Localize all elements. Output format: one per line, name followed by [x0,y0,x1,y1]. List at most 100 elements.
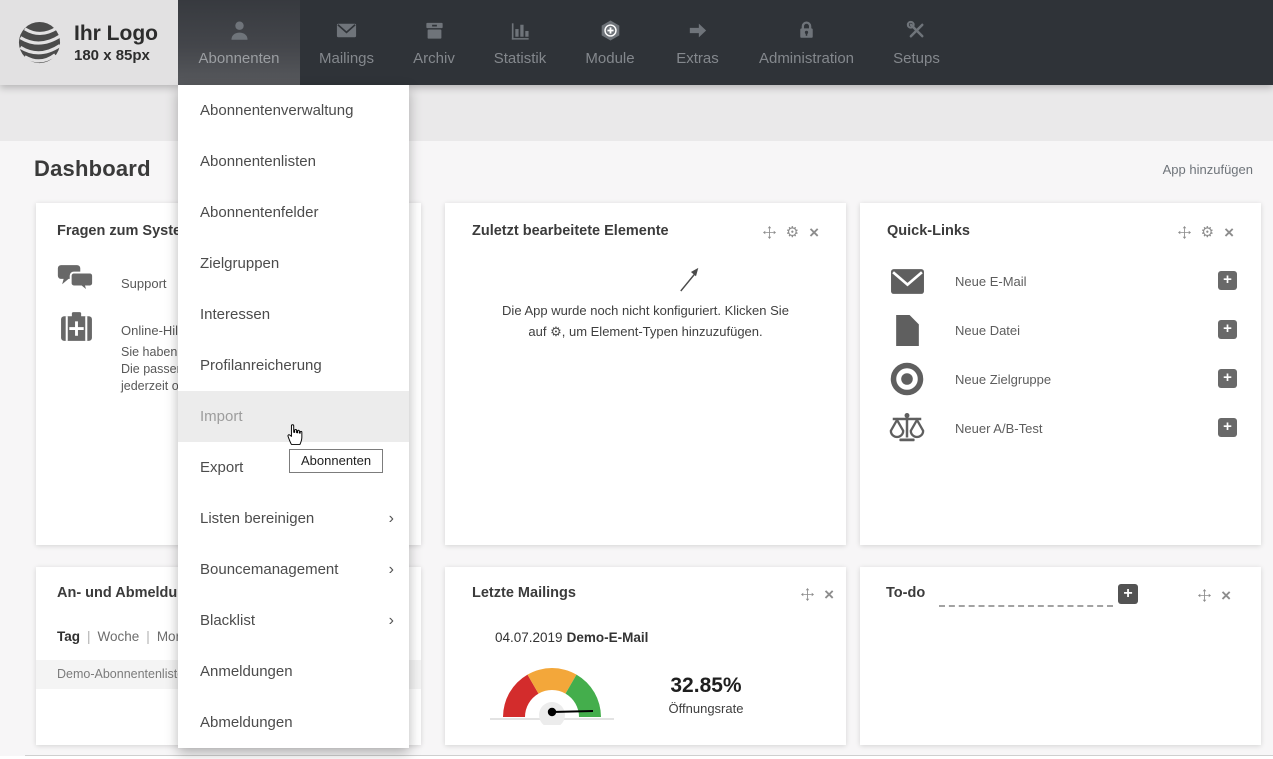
nav-item-extras[interactable]: Extras [655,0,740,85]
nav-item-module[interactable]: Module [565,0,655,85]
quicklink-label[interactable]: Neue Zielgruppe [955,372,1051,387]
quicklink-row-neue-zielgruppe: Neue Zielgruppe + [860,360,1261,398]
menu-item-abonnentenlisten[interactable]: Abonnentenlisten [178,136,409,187]
quicklink-label[interactable]: Neue E-Mail [955,274,1027,289]
nav-item-archiv[interactable]: Archiv [393,0,475,85]
globe-logo-icon [16,19,63,66]
nav-label: Archiv [413,50,455,67]
hand-cursor [284,421,305,451]
close-icon[interactable]: × [824,588,834,601]
not-configured-message: Die App wurde noch nicht konfiguriert. K… [445,300,846,342]
menu-item-label: Blacklist [200,612,255,629]
nav-label: Module [585,50,634,67]
person-icon [227,19,252,42]
menu-item-zielgruppen[interactable]: Zielgruppen [178,238,409,289]
add-ab-test-button[interactable]: + [1218,418,1237,437]
gear-icon[interactable]: ⚙ [786,226,799,239]
nav-label: Statistik [494,50,547,67]
menu-item-blacklist[interactable]: Blacklist › [178,595,409,646]
top-navigation-bar: Ihr Logo 180 x 85px Abonnenten Mailings … [0,0,1273,85]
menu-item-listen-bereinigen[interactable]: Listen bereinigen› [178,493,409,544]
message-line-2-before: auf [528,324,546,339]
logo-block[interactable]: Ihr Logo 180 x 85px [0,0,178,85]
lock-icon [794,19,819,42]
logo-title: Ihr Logo [74,21,158,47]
opening-rate-value: 32.85% [636,674,776,698]
menu-item-label: Abonnentenfelder [200,204,318,221]
nav-label: Setups [893,50,940,67]
list-item-label: Demo-Abonnentenliste [57,667,184,681]
widget-zuletzt-bearbeitete-elemente: Zuletzt bearbeitete Elemente ⚙ × Die App… [445,203,846,545]
menu-item-label: Import [200,408,243,425]
widget-quick-links: Quick-Links ⚙ × Neue E-Mail + Neue Datei… [860,203,1261,545]
chevron-right-icon: › [389,562,394,578]
menu-item-interessen[interactable]: Interessen [178,289,409,340]
quicklink-row-neuer-ab-test: Neuer A/B-Test + [860,409,1261,447]
add-app-link[interactable]: App hinzufügen [1163,162,1253,177]
tab-separator: | [87,629,91,644]
module-hexagon-plus-icon [598,19,623,42]
move-widget-icon[interactable] [763,226,776,239]
quicklink-label[interactable]: Neue Datei [955,323,1020,338]
target-icon [889,361,925,397]
tab-tag[interactable]: Tag [57,629,80,644]
widget-title: Quick-Links [887,223,970,239]
menu-item-abonnentenfelder[interactable]: Abonnentenfelder [178,187,409,238]
logo-subtitle: 180 x 85px [74,47,158,64]
close-icon[interactable]: × [809,226,819,239]
opening-rate-label: Öffnungsrate [636,701,776,716]
bar-chart-icon [508,19,533,42]
add-zielgruppe-button[interactable]: + [1218,369,1237,388]
nav-label: Abonnenten [199,50,280,67]
quicklink-row-neue-email: Neue E-Mail + [860,262,1261,300]
gear-icon[interactable]: ⚙ [1201,226,1214,239]
mailing-name: Demo-E-Mail [567,630,649,645]
add-email-button[interactable]: + [1218,271,1237,290]
move-widget-icon[interactable] [1178,226,1191,239]
add-todo-button[interactable]: + [1118,584,1138,604]
page-title: Dashboard [34,156,151,182]
archive-icon [422,19,447,42]
menu-item-abmeldungen[interactable]: Abmeldungen [178,697,409,748]
nav-item-statistik[interactable]: Statistik [475,0,565,85]
scales-icon [888,411,926,445]
message-line-1: Die App wurde noch nicht konfiguriert. K… [502,303,789,318]
chevron-right-icon: › [389,613,394,629]
menu-item-label: Abmeldungen [200,714,293,731]
nav-item-setups[interactable]: Setups [873,0,960,85]
close-icon[interactable]: × [1224,226,1234,239]
nav-item-abonnenten[interactable]: Abonnenten [178,0,300,85]
envelope-icon [334,19,359,42]
tools-icon [904,19,929,42]
arrow-right-icon [685,19,710,42]
move-widget-icon[interactable] [801,588,814,601]
tab-woche[interactable]: Woche [98,629,140,644]
todo-input[interactable] [939,587,1113,607]
help-text-line: jederzeit o [121,379,179,393]
add-file-button[interactable]: + [1218,320,1237,339]
menu-item-label: Interessen [200,306,270,323]
nav-item-mailings[interactable]: Mailings [300,0,393,85]
mailing-date: 04.07.2019 [495,630,563,645]
menu-item-anmeldungen[interactable]: Anmeldungen [178,646,409,697]
nav-item-administration[interactable]: Administration [740,0,873,85]
chevron-right-icon: › [389,511,394,527]
close-icon[interactable]: × [1221,589,1231,602]
menu-item-profilanreicherung[interactable]: Profilanreicherung [178,340,409,391]
move-widget-icon[interactable] [1198,589,1211,602]
menu-item-abonnentenverwaltung[interactable]: Abonnentenverwaltung [178,85,409,136]
mailing-date-line[interactable]: 04.07.2019 Demo-E-Mail [495,630,648,645]
widget-title: Zuletzt bearbeitete Elemente [472,223,669,239]
widget-todo: To-do + × [860,567,1261,745]
menu-item-bouncemanagement[interactable]: Bouncemanagement › [178,544,409,595]
menu-item-label: Zielgruppen [200,255,279,272]
menu-item-label: Anmeldungen [200,663,293,680]
menu-item-label: Bouncemanagement [200,561,338,578]
support-label[interactable]: Support [121,276,167,291]
pointer-arrow-annotation [678,263,702,300]
widget-letzte-mailings: Letzte Mailings × 04.07.2019Demo-E-Mail … [445,567,846,745]
period-tabs: Tag|Woche|Monat [57,629,194,644]
menu-item-label: Abonnentenlisten [200,153,316,170]
quicklink-row-neue-datei: Neue Datei + [860,311,1261,349]
quicklink-label[interactable]: Neuer A/B-Test [955,421,1042,436]
